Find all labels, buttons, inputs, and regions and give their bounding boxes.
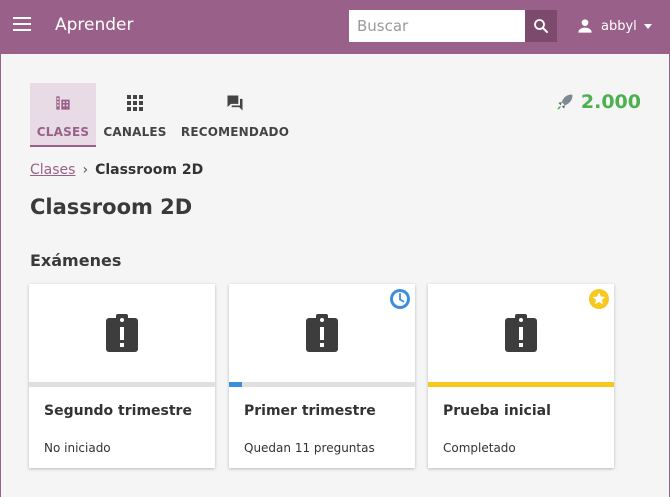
tab-clases[interactable]: CLASES <box>30 83 96 147</box>
exam-card[interactable]: Segundo trimestre No iniciado <box>29 284 215 468</box>
exam-status: No iniciado <box>44 441 111 455</box>
classroom-icon <box>56 96 70 110</box>
nav-tabs: CLASES CANALES RECOMENDADO <box>30 83 296 147</box>
search-input[interactable] <box>349 10 525 42</box>
main-panel: CLASES CANALES RECOMENDADO 2.000 Clases … <box>1 54 669 497</box>
breadcrumb-current: Classroom 2D <box>95 162 204 178</box>
tab-canales[interactable]: CANALES <box>96 83 174 147</box>
tab-label: CANALES <box>103 125 167 139</box>
section-title: Exámenes <box>30 251 122 270</box>
search-button[interactable] <box>525 10 557 42</box>
app-bar: Aprender abbyl <box>0 0 670 54</box>
user-menu[interactable]: abbyl <box>575 14 653 38</box>
tab-label: CLASES <box>36 125 90 139</box>
rocket-icon <box>557 94 573 110</box>
clipboard-alert-icon <box>505 314 537 352</box>
breadcrumb: Clases › Classroom 2D <box>30 162 203 178</box>
exam-title: Prueba inicial <box>443 403 551 419</box>
caret-down-icon <box>643 24 652 29</box>
progress-fill <box>229 382 243 387</box>
progress-bar <box>229 382 415 387</box>
progress-fill <box>428 382 614 387</box>
exam-title: Primer trimestre <box>244 403 376 419</box>
clipboard-alert-icon <box>306 314 338 352</box>
app-title: Aprender <box>55 15 134 35</box>
exam-card[interactable]: Primer trimestre Quedan 11 preguntas <box>229 284 415 468</box>
username: abbyl <box>601 18 637 34</box>
chevron-right-icon: › <box>82 162 89 178</box>
search-icon <box>534 19 548 33</box>
person-icon <box>578 19 592 33</box>
exam-status: Completado <box>443 441 516 455</box>
exam-status: Quedan 11 preguntas <box>244 441 375 455</box>
forum-icon <box>227 95 243 111</box>
points-value: 2.000 <box>580 91 641 113</box>
tab-recomendado[interactable]: RECOMENDADO <box>174 83 296 147</box>
breadcrumb-link-clases[interactable]: Clases <box>30 162 75 178</box>
points-display: 2.000 <box>555 91 641 113</box>
clipboard-alert-icon <box>106 314 138 352</box>
progress-bar <box>29 382 215 387</box>
hamburger-menu-icon[interactable] <box>13 17 31 31</box>
page-title: Classroom 2D <box>30 195 193 219</box>
exam-card[interactable]: Prueba inicial Completado <box>428 284 614 468</box>
tab-label: RECOMENDADO <box>180 125 290 139</box>
apps-grid-icon <box>127 95 143 111</box>
exam-title: Segundo trimestre <box>44 403 192 419</box>
progress-bar <box>428 382 614 387</box>
